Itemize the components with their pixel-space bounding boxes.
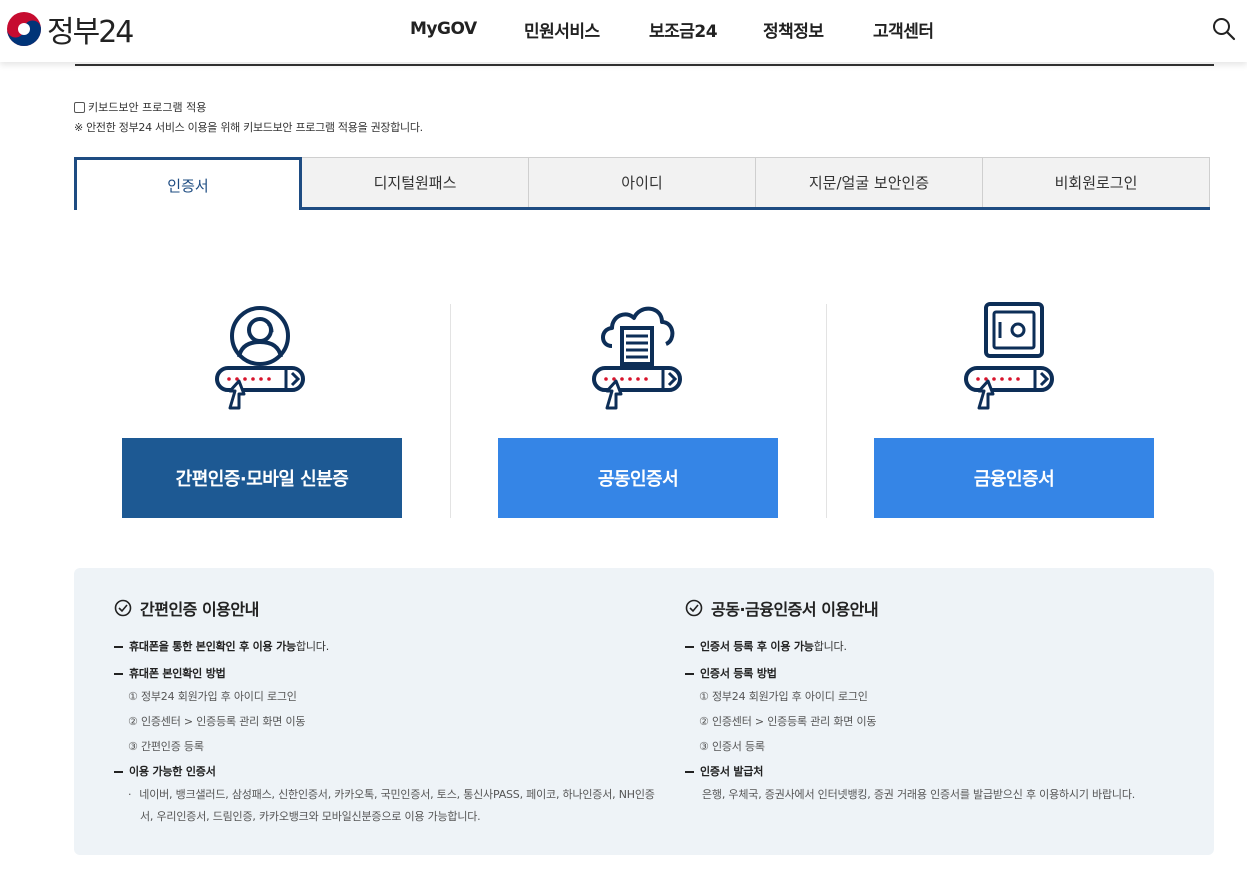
taegeuk-logo-icon: [7, 12, 41, 46]
nav-label[interactable]: 정책정보: [763, 17, 824, 42]
guide-item: 휴대폰 본인확인 방법: [114, 665, 226, 681]
guide-item-bold: 인증서 발급처: [700, 765, 764, 778]
guide-item: 휴대폰을 통한 본인확인 후 이용 가능합니다.: [114, 638, 329, 654]
nav-label[interactable]: 고객센터: [873, 17, 934, 42]
guide-item-bold: 인증서 등록 방법: [700, 667, 777, 680]
logo-text: 정부24: [47, 15, 134, 50]
guide-step: ③ 간편인증 등록: [128, 740, 204, 753]
tab-guest-login[interactable]: 비회원로그인: [982, 157, 1210, 207]
nav-civil-service[interactable]: 민원서비스: [524, 0, 600, 58]
search-icon[interactable]: [1211, 16, 1237, 42]
dash-icon: [114, 673, 123, 675]
tab-id[interactable]: 아이디: [528, 157, 756, 207]
guide-item-bold: 휴대폰 본인확인 방법: [129, 667, 226, 680]
nav-policy-info[interactable]: 정책정보: [763, 0, 824, 58]
safe-login-icon: [964, 302, 1054, 410]
financial-certificate-button[interactable]: 금융인증서: [874, 438, 1154, 518]
guide-item-bold: 인증서 등록 후 이용 가능: [700, 640, 814, 653]
section-divider: [75, 64, 1214, 66]
joint-certificate-button[interactable]: 공동인증서: [498, 438, 778, 518]
card-divider: [450, 304, 451, 518]
guide-step: ② 인증센터 > 인증등록 관리 화면 이동: [128, 715, 306, 728]
tab-digital-onepass[interactable]: 디지털원패스: [301, 157, 529, 207]
cloud-server-login-icon: [592, 306, 682, 410]
guide-item-bold: 이용 가능한 인증서: [129, 765, 216, 778]
check-circle-icon: [114, 599, 132, 617]
keyboard-security-note: ※ 안전한 정부24 서비스 이용을 위해 키보드보안 프로그램 적용을 권장합…: [74, 121, 423, 134]
guide-item-bold: 휴대폰을 통한 본인확인 후 이용 가능: [129, 640, 296, 653]
tab-biometric[interactable]: 지문/얼굴 보안인증: [755, 157, 983, 207]
simple-auth-button[interactable]: 간편인증·모바일 신분증: [122, 438, 402, 518]
dash-icon: [685, 673, 694, 675]
guide-step: ③ 인증서 등록: [699, 740, 765, 753]
providers-line-1: 네이버, 뱅크샐러드, 삼성패스, 신한인증서, 카카오톡, 국민인증서, 토스…: [139, 788, 655, 801]
nav-label[interactable]: 보조금24: [649, 17, 718, 42]
card-divider: [826, 304, 827, 518]
guide-step: ② 인증센터 > 인증등록 관리 화면 이동: [699, 715, 877, 728]
guide-item-rest: 합니다.: [813, 640, 847, 653]
site-logo[interactable]: 정부24: [6, 9, 134, 50]
guide-item-rest: 합니다.: [295, 640, 330, 653]
guide-step: ① 정부24 회원가입 후 아이디 로그인: [128, 690, 297, 703]
tab-certificate[interactable]: 인증서: [74, 157, 302, 210]
dash-icon: [685, 646, 694, 648]
nav-label[interactable]: 민원서비스: [524, 17, 600, 42]
person-login-icon: [215, 306, 305, 410]
nav-subsidy24[interactable]: 보조금24: [649, 0, 718, 58]
guide-title-certificate: 공동·금융인증서 이용안내: [685, 596, 879, 620]
guide-providers: · 네이버, 뱅크샐러드, 삼성패스, 신한인증서, 카카오톡, 국민인증서, 토…: [128, 786, 655, 802]
dash-icon: [114, 771, 123, 773]
guide-title-text: 간편인증 이용안내: [140, 600, 259, 619]
guide-title-simple-auth: 간편인증 이용안내: [114, 596, 259, 620]
guide-item: 인증서 등록 방법: [685, 665, 777, 681]
keyboard-security-option[interactable]: 키보드보안 프로그램 적용: [74, 99, 206, 115]
guide-step: ① 정부24 회원가입 후 아이디 로그인: [699, 690, 868, 703]
guide-item: 인증서 발급처: [685, 763, 763, 779]
dash-icon: [114, 646, 123, 648]
site-header: 정부24 MyGOV 민원서비스 보조금24 정책정보 고객센터: [0, 0, 1247, 62]
nav-label[interactable]: MyGOV: [410, 19, 477, 39]
login-method-tabs: 인증서 디지털원패스 아이디 지문/얼굴 보안인증 비회원로그인: [74, 157, 1210, 210]
check-circle-icon: [685, 599, 703, 617]
issuer-text: 은행, 우체국, 증권사에서 인터넷뱅킹, 증권 거래용 인증서를 발급받으신 …: [702, 788, 1136, 801]
nav-mygov[interactable]: MyGOV: [410, 0, 477, 58]
bullet-icon: ·: [128, 788, 132, 801]
guide-item: 이용 가능한 인증서: [114, 763, 216, 779]
nav-customer-center[interactable]: 고객센터: [873, 0, 934, 58]
usage-guide: 간편인증 이용안내 휴대폰을 통한 본인확인 후 이용 가능합니다. 휴대폰 본…: [74, 568, 1214, 855]
dash-icon: [685, 771, 694, 773]
keyboard-security-checkbox[interactable]: [74, 101, 85, 113]
guide-title-text: 공동·금융인증서 이용안내: [711, 600, 879, 619]
certificate-options: 간편인증·모바일 신분증 공동인증서 금융인증서: [74, 300, 1214, 520]
providers-line-2: 서, 우리인증서, 드림인증, 카카오뱅크와 모바일신분증으로 이용 가능합니다…: [140, 810, 481, 823]
guide-item: 인증서 등록 후 이용 가능합니다.: [685, 638, 847, 654]
keyboard-security-label[interactable]: 키보드보안 프로그램 적용: [88, 99, 206, 115]
